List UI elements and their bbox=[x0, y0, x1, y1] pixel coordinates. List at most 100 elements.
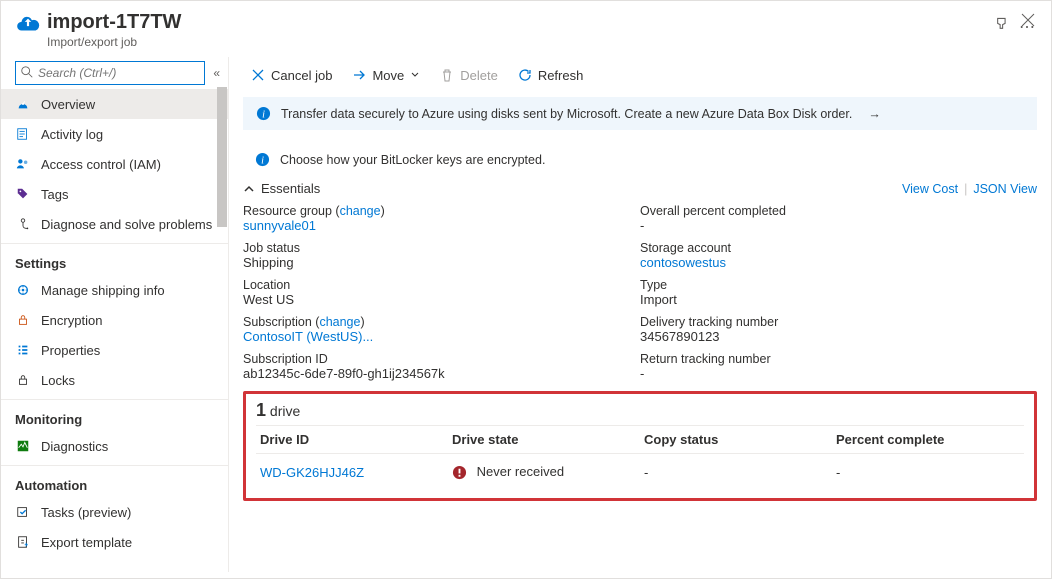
copy-status: - bbox=[640, 454, 832, 481]
sidebar-item-tags[interactable]: Tags bbox=[1, 179, 228, 209]
svg-text:i: i bbox=[261, 155, 264, 166]
table-row[interactable]: WD-GK26HJJ46Z Never received - - bbox=[256, 454, 1024, 481]
info-banner[interactable]: i Transfer data securely to Azure using … bbox=[243, 97, 1037, 130]
refresh-button[interactable]: Refresh bbox=[510, 61, 592, 89]
toolbar: Cancel job Move Delete Refresh bbox=[229, 57, 1051, 93]
cancel-icon bbox=[251, 68, 265, 82]
tasks-icon bbox=[15, 504, 31, 520]
sidebar-nav: Overview Activity log Access control (IA… bbox=[1, 89, 228, 572]
field-value: ab12345c-6de7-89f0-gh1ij234567k bbox=[243, 366, 640, 381]
sidebar-item-label: Activity log bbox=[41, 127, 103, 142]
sidebar-item-label: Tags bbox=[41, 187, 68, 202]
activity-log-icon bbox=[15, 126, 31, 142]
cancel-job-button[interactable]: Cancel job bbox=[243, 61, 340, 89]
sidebar-item-label: Diagnostics bbox=[41, 439, 108, 454]
col-drive-state[interactable]: Drive state bbox=[448, 426, 640, 454]
properties-icon bbox=[15, 342, 31, 358]
main-content: Cancel job Move Delete Refresh i Transfe… bbox=[229, 57, 1051, 572]
close-icon[interactable] bbox=[1021, 13, 1035, 27]
tags-icon bbox=[15, 186, 31, 202]
move-button[interactable]: Move bbox=[344, 61, 428, 89]
resource-group-link[interactable]: sunnyvale01 bbox=[243, 218, 640, 233]
field-label: Resource group (change) bbox=[243, 204, 640, 218]
field-label: Overall percent completed bbox=[640, 204, 1037, 218]
pin-icon[interactable] bbox=[995, 17, 1009, 31]
sidebar-item-diagnostics[interactable]: Diagnostics bbox=[1, 431, 228, 461]
sidebar: « Overview Activity log Access control (… bbox=[1, 57, 229, 572]
essentials-toggle[interactable]: Essentials bbox=[243, 181, 320, 196]
change-link[interactable]: change bbox=[319, 315, 360, 329]
encryption-icon bbox=[15, 312, 31, 328]
field-label: Storage account bbox=[640, 241, 1037, 255]
diagnostics-icon bbox=[15, 438, 31, 454]
scrollbar-thumb[interactable] bbox=[217, 87, 227, 227]
view-cost-link[interactable]: View Cost bbox=[902, 182, 958, 196]
page-title: import-1T7TW bbox=[47, 11, 985, 34]
field-label: Subscription (change) bbox=[243, 315, 640, 329]
sidebar-item-label: Overview bbox=[41, 97, 95, 112]
diagnose-icon bbox=[15, 216, 31, 232]
drive-state: Never received bbox=[477, 464, 564, 479]
toolbar-label: Delete bbox=[460, 68, 498, 83]
field-label: Delivery tracking number bbox=[640, 315, 1037, 329]
field-label: Return tracking number bbox=[640, 352, 1037, 366]
search-icon bbox=[20, 65, 34, 79]
info-icon: i bbox=[256, 106, 271, 121]
error-icon bbox=[452, 465, 467, 480]
sidebar-item-access-control[interactable]: Access control (IAM) bbox=[1, 149, 228, 179]
move-icon bbox=[352, 68, 366, 82]
sidebar-item-label: Export template bbox=[41, 535, 132, 550]
shipping-icon bbox=[15, 282, 31, 298]
field-value: West US bbox=[243, 292, 640, 307]
sidebar-item-label: Manage shipping info bbox=[41, 283, 165, 298]
search-input[interactable] bbox=[16, 62, 204, 84]
field-value: Shipping bbox=[243, 255, 640, 270]
import-export-icon bbox=[15, 11, 41, 37]
drive-id-link[interactable]: WD-GK26HJJ46Z bbox=[260, 465, 364, 480]
info-icon: i bbox=[255, 152, 270, 167]
drive-table: Drive ID Drive state Copy status Percent… bbox=[256, 425, 1024, 480]
json-view-link[interactable]: JSON View bbox=[973, 182, 1037, 196]
field-value: - bbox=[640, 366, 1037, 381]
sidebar-item-label: Locks bbox=[41, 373, 75, 388]
field-value: Import bbox=[640, 292, 1037, 307]
sidebar-item-properties[interactable]: Properties bbox=[1, 335, 228, 365]
col-copy-status[interactable]: Copy status bbox=[640, 426, 832, 454]
encryption-banner[interactable]: i Choose how your BitLocker keys are enc… bbox=[243, 144, 1037, 175]
storage-account-link[interactable]: contosowestus bbox=[640, 255, 1037, 270]
refresh-icon bbox=[518, 68, 532, 82]
drive-section: 1 drive Drive ID Drive state Copy status… bbox=[243, 391, 1037, 501]
change-link[interactable]: change bbox=[340, 204, 381, 218]
essentials-left-column: Resource group (change) sunnyvale01 Job … bbox=[243, 204, 640, 381]
toolbar-label: Refresh bbox=[538, 68, 584, 83]
col-percent-complete[interactable]: Percent complete bbox=[832, 426, 1024, 454]
sidebar-group-monitoring: Monitoring bbox=[1, 404, 228, 431]
sidebar-item-label: Diagnose and solve problems bbox=[41, 217, 212, 232]
drive-title: 1 drive bbox=[256, 400, 1024, 421]
banner-text: Transfer data securely to Azure using di… bbox=[281, 107, 852, 121]
sidebar-item-locks[interactable]: Locks bbox=[1, 365, 228, 395]
svg-text:i: i bbox=[262, 109, 265, 120]
sidebar-item-label: Properties bbox=[41, 343, 100, 358]
field-value: - bbox=[640, 218, 1037, 233]
delete-icon bbox=[440, 68, 454, 82]
col-drive-id[interactable]: Drive ID bbox=[256, 426, 448, 454]
sidebar-item-export-template[interactable]: Export template bbox=[1, 527, 228, 557]
toolbar-label: Cancel job bbox=[271, 68, 332, 83]
sidebar-item-overview[interactable]: Overview bbox=[1, 89, 228, 119]
sidebar-item-activity-log[interactable]: Activity log bbox=[1, 119, 228, 149]
subscription-link[interactable]: ContosoIT (WestUS)... bbox=[243, 329, 640, 344]
overview-icon bbox=[15, 96, 31, 112]
page-header: import-1T7TW Import/export job ⋯ bbox=[1, 1, 1051, 57]
sidebar-collapse-icon[interactable]: « bbox=[213, 66, 220, 80]
sidebar-item-tasks[interactable]: Tasks (preview) bbox=[1, 497, 228, 527]
sidebar-item-encryption[interactable]: Encryption bbox=[1, 305, 228, 335]
locks-icon bbox=[15, 372, 31, 388]
field-label: Subscription ID bbox=[243, 352, 640, 366]
sidebar-item-diagnose[interactable]: Diagnose and solve problems bbox=[1, 209, 228, 239]
search-box[interactable] bbox=[15, 61, 205, 85]
toolbar-label: Move bbox=[372, 68, 404, 83]
field-label: Location bbox=[243, 278, 640, 292]
sidebar-item-shipping[interactable]: Manage shipping info bbox=[1, 275, 228, 305]
banner-text: Choose how your BitLocker keys are encry… bbox=[280, 153, 545, 167]
